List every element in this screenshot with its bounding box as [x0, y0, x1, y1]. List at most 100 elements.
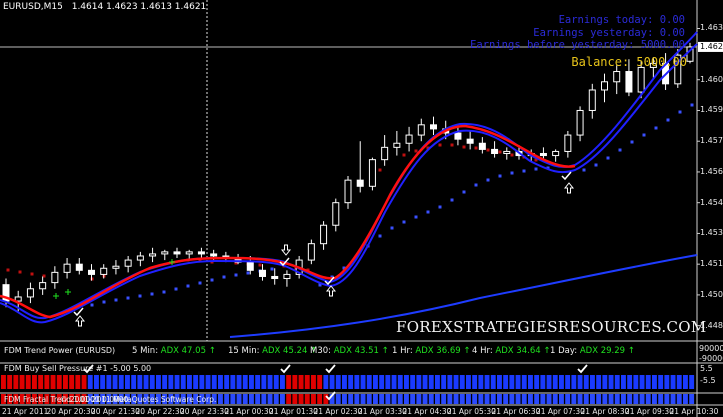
candle-body — [503, 150, 511, 155]
candle-body — [185, 251, 193, 255]
time-tick-label: 21 Apr 07:30 — [536, 407, 585, 416]
time-tick-label: 21 Apr 04:30 — [402, 407, 452, 416]
buy-sell-bar — [236, 375, 242, 389]
fractal-trend-bar — [391, 394, 397, 404]
buy-sell-bar — [627, 375, 633, 389]
trend-power-timeframe: 15 Min: — [228, 346, 263, 356]
sar-dot-blue — [222, 275, 226, 279]
fractal-trend-bar — [404, 394, 409, 404]
sar-dot-blue — [426, 210, 430, 214]
signal-arrow-up — [563, 182, 575, 194]
fractal-trend-bar — [509, 394, 515, 404]
sar-dot-blue — [210, 278, 214, 282]
candle-body — [100, 267, 108, 275]
buy-sell-axis-bottom: -5.5 — [700, 376, 716, 385]
buy-sell-bar — [348, 375, 354, 389]
buy-sell-bar — [466, 375, 471, 389]
sar-dot-blue — [234, 273, 238, 277]
signal-arrow-up — [74, 315, 86, 327]
buy-sell-bar — [503, 375, 509, 389]
buy-sell-bar — [521, 375, 527, 389]
buy-sell-bar — [199, 375, 205, 389]
buy-sell-bar — [125, 375, 130, 389]
fractal-trend-bar — [397, 394, 403, 404]
fractal-trend-bar — [373, 394, 378, 404]
time-tick-label: 21 Apr 09:30 — [625, 407, 674, 416]
sar-dot-red — [378, 168, 382, 172]
buy-sell-bar — [404, 375, 409, 389]
buy-sell-bar — [143, 375, 149, 389]
buy-sell-bar — [261, 375, 267, 389]
buy-sell-bar — [224, 375, 230, 389]
candle-body — [344, 179, 352, 204]
sar-dot-blue — [150, 292, 154, 296]
fractal-trend-bar — [292, 394, 298, 404]
buy-sell-bar — [577, 375, 583, 389]
buy-sell-bar — [490, 375, 496, 389]
fractal-trend-bar — [286, 394, 292, 404]
candle-body — [356, 179, 364, 187]
buy-sell-bar — [7, 375, 13, 389]
buy-sell-bar — [621, 375, 626, 389]
fractal-trend-bar — [410, 394, 416, 404]
candle-body — [430, 124, 437, 130]
sar-dot-blue — [90, 303, 94, 307]
watermark-text: FOREXSTRATEGIESRESOURCES.COM — [396, 318, 707, 336]
chart-header: EURUSD,M15 1.4614 1.4623 1.4613 1.4621 — [3, 2, 206, 12]
price-tick-label: 1.4575 — [700, 136, 723, 146]
fractal-trend-bar — [435, 394, 440, 404]
candle-body — [197, 251, 205, 255]
sar-dot-blue — [186, 284, 190, 288]
sar-dot-blue — [114, 298, 118, 302]
candle-body — [637, 66, 645, 93]
time-tick-label: 20 Apr 21:30 — [91, 407, 140, 416]
buy-sell-bar — [459, 375, 465, 389]
fractal-trend-bar — [497, 394, 502, 404]
buy-sell-bar — [528, 375, 533, 389]
panel-check — [577, 364, 588, 374]
sar-dot-blue — [390, 226, 394, 230]
fractal-trend-bar — [559, 394, 564, 404]
panel-check — [280, 364, 291, 374]
fractal-trend-bar — [379, 394, 385, 404]
sar-dot-blue — [438, 205, 442, 209]
buy-sell-bar — [100, 375, 106, 389]
buy-sell-bar — [614, 375, 620, 389]
fractal-trend-bar — [335, 394, 341, 404]
candle-body — [39, 282, 47, 290]
fractal-trend-bar — [459, 394, 465, 404]
fractal-trend-bar — [534, 394, 540, 404]
price-tick-label: 1.4530 — [700, 228, 723, 238]
buy-sell-bar — [633, 375, 639, 389]
sar-dot-red — [6, 268, 10, 272]
sar-dot-blue — [402, 220, 406, 224]
buy-sell-bar — [193, 375, 199, 389]
fractal-trend-bar — [342, 394, 347, 404]
buy-sell-bar — [162, 375, 168, 389]
fractal-trend-bar — [571, 394, 577, 404]
sar-dot-red — [438, 143, 442, 147]
fractal-trend-bar — [466, 394, 471, 404]
buy-sell-bar — [379, 375, 385, 389]
buy-sell-bar — [174, 375, 180, 389]
buy-sell-bar — [131, 375, 137, 389]
buy-sell-bar — [298, 375, 304, 389]
fractal-trend-bar — [441, 394, 447, 404]
sar-dot-red — [510, 153, 514, 157]
fractal-trend-bar — [590, 394, 595, 404]
buy-sell-bar — [249, 375, 254, 389]
buy-sell-bar — [453, 375, 459, 389]
buy-sell-bar — [664, 375, 670, 389]
sar-dot-blue — [378, 234, 382, 238]
buy-sell-bar — [106, 375, 112, 389]
fractal-trend-bar — [218, 394, 223, 404]
buy-sell-bar — [391, 375, 397, 389]
buy-sell-bar — [428, 375, 434, 389]
fractal-trend-bar — [596, 394, 602, 404]
fractal-trend-bar — [658, 394, 664, 404]
fractal-trend-bar — [676, 394, 682, 404]
buy-sell-bar — [509, 375, 515, 389]
fractal-trend-bar — [267, 394, 273, 404]
candle-body — [161, 251, 169, 255]
mt4-chart-window: EURUSD,M15 1.4614 1.4623 1.4613 1.4621 E… — [0, 0, 723, 417]
